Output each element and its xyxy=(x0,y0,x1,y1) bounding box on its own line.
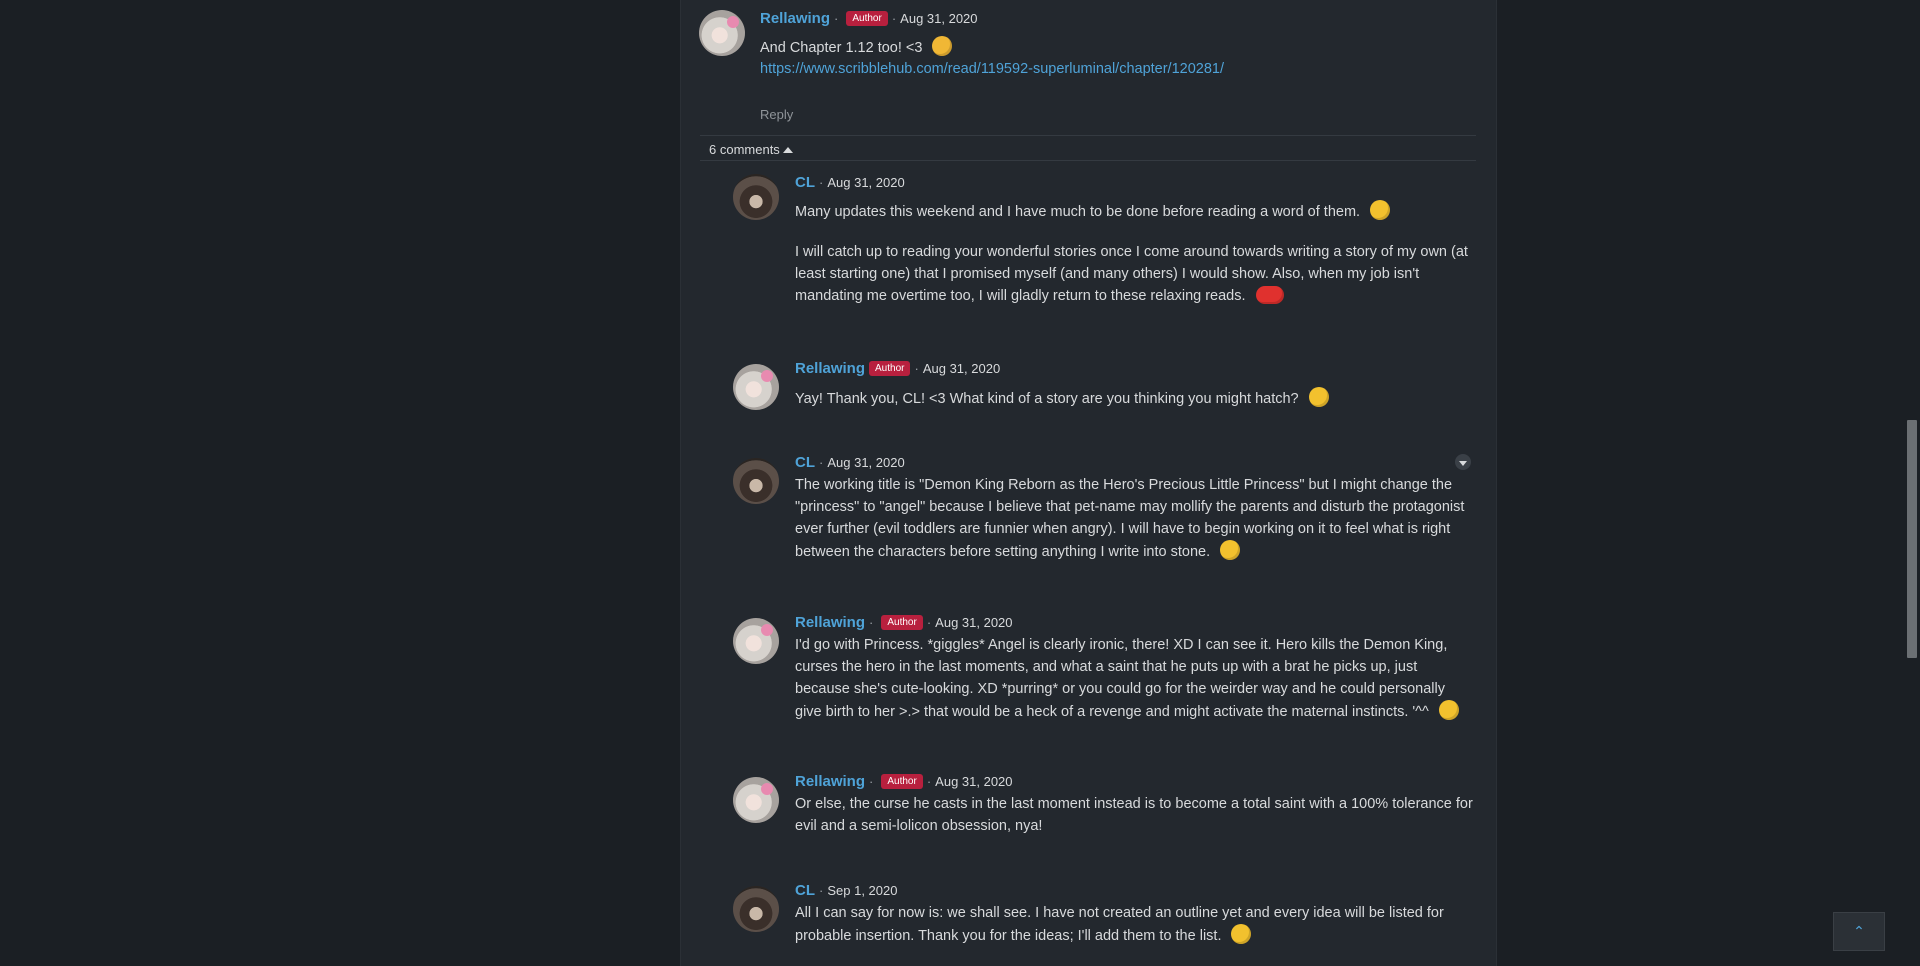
comment-date: Aug 31, 2020 xyxy=(827,455,905,470)
comment-date: Aug 31, 2020 xyxy=(935,615,1013,630)
comment-date: Aug 31, 2020 xyxy=(935,774,1013,789)
emoji-icon xyxy=(1220,540,1241,560)
chapter-link[interactable]: https://www.scribblehub.com/read/119592-… xyxy=(760,61,1224,77)
scrollbar[interactable] xyxy=(1903,0,1920,966)
reply-button[interactable]: Reply xyxy=(760,107,793,122)
separator-dot: · xyxy=(819,175,824,190)
chevron-up-icon: ⌃ xyxy=(1853,923,1865,939)
comment-author[interactable]: Rellawing xyxy=(795,360,865,377)
divider xyxy=(700,135,1476,136)
author-badge: Author xyxy=(846,11,888,26)
comment-text: The working title is "Demon King Reborn … xyxy=(795,477,1465,560)
comment-author[interactable]: CL xyxy=(795,882,815,899)
comment-author[interactable]: Rellawing xyxy=(760,10,830,27)
author-badge: Author xyxy=(869,361,911,376)
emoji-icon xyxy=(1308,387,1329,407)
avatar-rellawing[interactable] xyxy=(733,618,779,664)
comment-text: All I can say for now is: we shall see. … xyxy=(795,905,1444,944)
comment-author[interactable]: CL xyxy=(795,454,815,471)
comment-text: I'd go with Princess. *giggles* Angel is… xyxy=(795,637,1448,720)
separator-dot: · xyxy=(914,361,919,376)
divider xyxy=(700,160,1476,161)
comment-author[interactable]: Rellawing xyxy=(795,773,865,790)
emoji-icon xyxy=(1255,286,1284,304)
flower-icon xyxy=(761,783,773,795)
comment-text: Or else, the curse he casts in the last … xyxy=(795,796,1473,834)
comment-text: Many updates this weekend and I have muc… xyxy=(795,204,1361,220)
back-to-top-button[interactable]: ⌃ xyxy=(1833,912,1885,951)
separator-dot: · xyxy=(819,455,824,470)
emoji-icon xyxy=(1438,700,1459,720)
separator-dot: · xyxy=(869,615,874,630)
emoji-icon xyxy=(1231,924,1252,944)
flower-icon xyxy=(761,624,773,636)
emoji-icon xyxy=(932,36,953,56)
comment-date: Aug 31, 2020 xyxy=(922,361,1001,376)
comment-author[interactable]: CL xyxy=(795,174,815,191)
comment-text: I will catch up to reading your wonderfu… xyxy=(795,244,1468,304)
avatar-cl[interactable] xyxy=(733,458,779,504)
author-badge: Author xyxy=(881,615,923,630)
comment-author[interactable]: Rellawing xyxy=(795,614,865,631)
separator-dot: · xyxy=(869,774,874,789)
comment-text: And Chapter 1.12 too! <3 xyxy=(760,40,923,56)
scrollbar-thumb[interactable] xyxy=(1907,420,1917,658)
avatar-rellawing[interactable] xyxy=(699,10,745,56)
avatar-rellawing[interactable] xyxy=(733,777,779,823)
emoji-icon xyxy=(1370,200,1391,220)
author-badge: Author xyxy=(881,774,923,789)
comment-options-icon[interactable] xyxy=(1455,454,1471,470)
flower-icon xyxy=(761,370,773,382)
separator-dot: · xyxy=(891,11,897,26)
comment-date: Sep 1, 2020 xyxy=(827,883,898,898)
comment-date: Aug 31, 2020 xyxy=(900,11,978,26)
comment-date: Aug 31, 2020 xyxy=(827,175,905,190)
separator-dot: · xyxy=(819,883,824,898)
comment-text: Yay! Thank you, CL! <3 What kind of a st… xyxy=(795,391,1299,407)
separator-dot: · xyxy=(926,615,932,630)
comments-toggle[interactable]: 6 comments xyxy=(709,142,780,157)
separator-dot: · xyxy=(926,774,932,789)
avatar-cl[interactable] xyxy=(733,174,779,220)
avatar-rellawing[interactable] xyxy=(733,364,779,410)
caret-up-icon[interactable] xyxy=(782,147,793,153)
separator-dot: · xyxy=(834,11,839,26)
avatar-cl[interactable] xyxy=(733,886,779,932)
flower-icon xyxy=(727,16,739,28)
